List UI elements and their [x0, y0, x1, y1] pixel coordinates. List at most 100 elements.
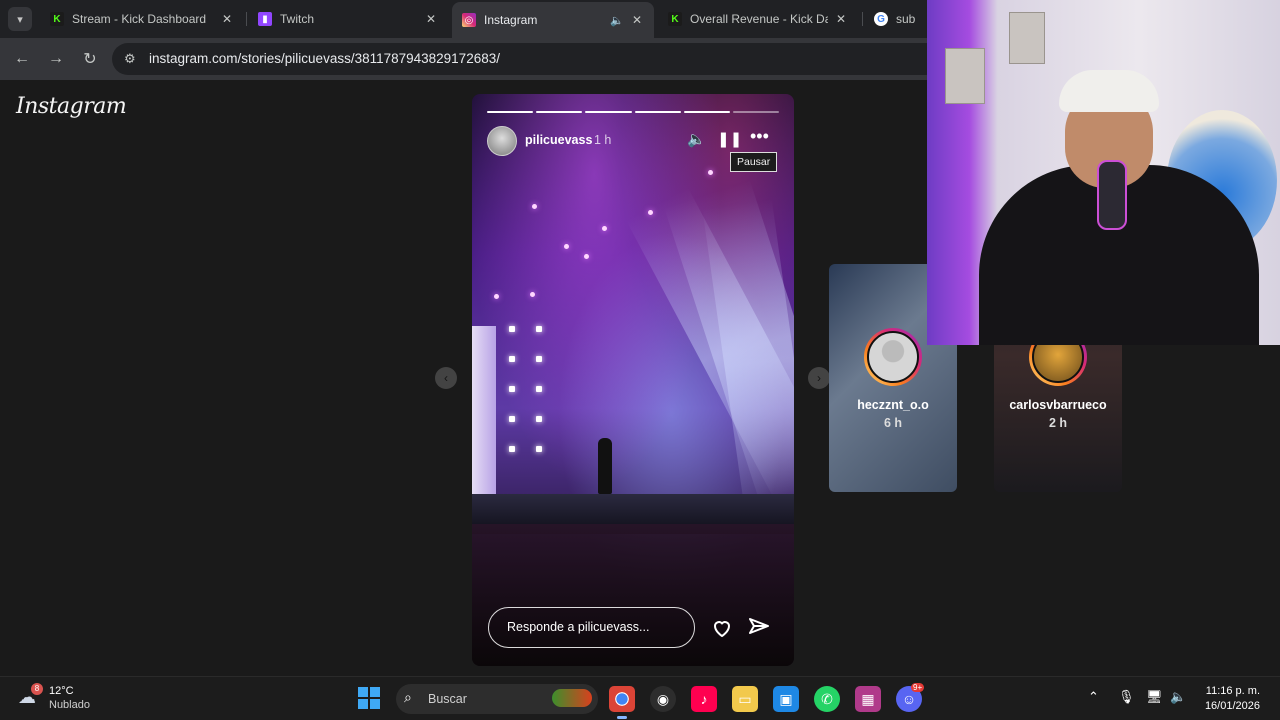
progress-segment [683, 111, 730, 113]
preview-time: 6 h [883, 416, 903, 430]
ceiling-light [564, 244, 569, 249]
volume-icon[interactable]: 🔈 [687, 130, 706, 148]
pause-tooltip: Pausar [730, 152, 778, 172]
tab-twitch[interactable]: ▮ Twitch ✕ [248, 4, 448, 34]
streamer-cap [1059, 70, 1159, 112]
windows-taskbar: ☁ 8 12°C Nublado ⌕ Buscar ◉ ♪ ▭ ▣ ✆ ▦ ☺ … [0, 676, 1280, 720]
chrome-icon[interactable] [609, 686, 635, 719]
speaker-icon[interactable]: 🔈 [1170, 689, 1186, 705]
tab-title: Twitch [280, 12, 315, 26]
back-arrow-icon[interactable]: ← [10, 47, 34, 71]
preview-avatar [864, 328, 922, 386]
preview-time: 2 h [1048, 416, 1068, 430]
preview-username: heczznt_o.o [857, 398, 929, 412]
instagram-logo[interactable]: Instagram [16, 94, 127, 119]
microsoft-store-icon[interactable]: ▣ [773, 686, 799, 712]
instagram-icon: ◎ [462, 13, 476, 27]
close-icon[interactable]: ✕ [630, 13, 644, 27]
pause-icon[interactable]: ❚❚ [717, 130, 742, 148]
progress-segment [732, 111, 780, 113]
microphone [1097, 160, 1127, 230]
progress-segment [536, 111, 583, 113]
stage-light [509, 326, 515, 332]
search-icon: ⌕ [404, 689, 412, 705]
tiktok-icon[interactable]: ♪ [691, 686, 717, 712]
ceiling-light [708, 170, 713, 175]
tab-google-search[interactable]: G sub ce [864, 4, 928, 34]
progress-segment [487, 111, 534, 113]
kick-icon: K [50, 12, 64, 26]
reply-input[interactable]: Responde a pilicuevass... [488, 607, 695, 648]
clock-date[interactable]: 16/01/2026 [1196, 700, 1260, 712]
twitch-icon: ▮ [258, 12, 272, 26]
ceiling-light [602, 226, 607, 231]
app-icon[interactable]: ▦ [855, 686, 881, 712]
stage-light [536, 326, 542, 332]
google-icon: G [874, 12, 888, 26]
close-icon[interactable]: ✕ [220, 12, 234, 26]
stage-light [509, 446, 515, 452]
kick-icon: K [668, 12, 682, 26]
tab-title: Instagram [484, 13, 538, 27]
search-label: Buscar [428, 692, 467, 706]
ceiling-light [530, 292, 535, 297]
reload-icon[interactable]: ↻ [78, 47, 102, 71]
tab-title: Overall Revenue - Kick Dash [690, 12, 828, 26]
site-settings-icon[interactable]: ⚙ [124, 51, 136, 67]
stage-light [509, 416, 515, 422]
story-user-avatar[interactable] [487, 126, 517, 156]
heart-icon[interactable] [710, 616, 734, 640]
obs-icon[interactable]: ◉ [650, 686, 676, 712]
stage-light [536, 416, 542, 422]
story-viewer[interactable]: pilicuevass 1 h 🔈 ❚❚ ••• Pausar Responde… [472, 94, 794, 666]
stage-light [536, 356, 542, 362]
webcam-overlay [927, 0, 1280, 345]
next-story-arrow-icon[interactable]: › [808, 367, 830, 389]
microphone-icon[interactable]: 🎙 [1118, 689, 1135, 705]
speaker-icon[interactable]: 🔈 [610, 14, 624, 27]
weather-desc[interactable]: Nublado [49, 699, 90, 711]
ceiling-light [648, 210, 653, 215]
ceiling-light [494, 294, 499, 299]
tab-title: Stream - Kick Dashboard [72, 12, 207, 26]
tab-title: sub ce [896, 12, 918, 26]
story-username[interactable]: pilicuevass [525, 133, 592, 147]
tab-search-button[interactable]: ▾ [8, 7, 32, 31]
stage-wall [472, 326, 496, 498]
stage-light [509, 356, 515, 362]
tab-kick-dashboard[interactable]: K Stream - Kick Dashboard ✕ [40, 4, 244, 34]
windows-start-icon[interactable] [358, 687, 380, 709]
close-icon[interactable]: ✕ [834, 12, 848, 26]
notification-badge: 9+ [911, 683, 925, 692]
wall-poster [945, 48, 985, 104]
story-progress-bar [487, 111, 780, 113]
weather-temp[interactable]: 12°C [49, 685, 74, 697]
taskbar-search[interactable]: ⌕ Buscar [396, 684, 598, 714]
forward-arrow-icon[interactable]: → [44, 47, 68, 71]
progress-segment [585, 111, 632, 113]
performer [598, 438, 612, 494]
tab-instagram[interactable]: ◎ Instagram 🔈 ✕ [452, 2, 654, 38]
close-icon[interactable]: ✕ [424, 12, 438, 26]
address-bar[interactable]: ⚙ instagram.com/stories/pilicuevass/3811… [112, 43, 942, 75]
preview-username: carlosvbarrueco [1009, 398, 1107, 412]
wall-poster [1009, 12, 1045, 64]
clock-time[interactable]: 11:16 p. m. [1196, 685, 1260, 697]
stage-light [536, 446, 542, 452]
tab-overall-revenue[interactable]: K Overall Revenue - Kick Dash ✕ [658, 4, 858, 34]
network-icon[interactable]: 🖥 [1146, 689, 1163, 705]
weather-badge: 8 [31, 683, 43, 695]
chevron-up-icon[interactable]: ⌃ [1088, 689, 1099, 705]
progress-segment [634, 111, 681, 113]
whatsapp-icon[interactable]: ✆ [814, 686, 840, 712]
stage-light [536, 386, 542, 392]
ceiling-light [532, 204, 537, 209]
more-options-icon[interactable]: ••• [750, 126, 769, 147]
search-highlight-icon [552, 689, 592, 707]
previous-story-arrow-icon[interactable]: ‹ [435, 367, 457, 389]
story-timestamp: 1 h [594, 133, 612, 147]
send-icon[interactable] [747, 616, 771, 640]
url-text[interactable]: instagram.com/stories/pilicuevass/381178… [149, 51, 500, 66]
stage-light [509, 386, 515, 392]
file-explorer-icon[interactable]: ▭ [732, 686, 758, 712]
